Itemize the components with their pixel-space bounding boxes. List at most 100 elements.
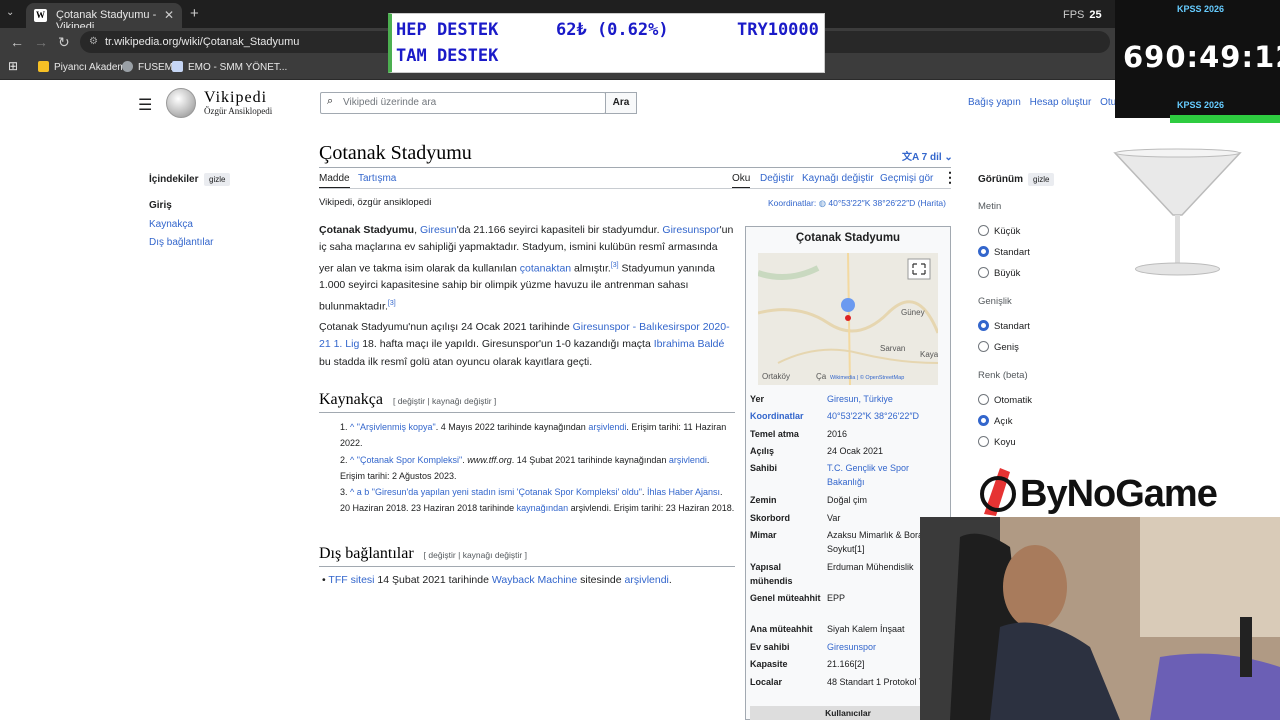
main-menu-icon[interactable]: ☰: [138, 95, 152, 115]
heading-text: Dış bağlantılar: [319, 545, 414, 562]
link-balde[interactable]: Ibrahima Baldé: [654, 338, 725, 350]
radio-genis[interactable]: Geniş: [978, 341, 1019, 353]
radio-buyuk[interactable]: Büyük: [978, 267, 1020, 279]
row-key[interactable]: Koordinatlar: [750, 410, 824, 424]
archive-link[interactable]: arşivlendi: [625, 574, 669, 586]
radio-label: Büyük: [994, 268, 1021, 279]
radio-label: Açık: [994, 416, 1013, 427]
ref-caret[interactable]: ^: [350, 422, 354, 432]
bookmark-item[interactable]: FUSEM: [122, 61, 173, 73]
tab-list-icon[interactable]: ⌄: [6, 7, 14, 18]
map-marker-icon: [841, 298, 855, 312]
link-giresun[interactable]: Giresun: [420, 224, 457, 236]
ref-caret[interactable]: ^ a b: [350, 487, 369, 497]
radio-otomatik[interactable]: Otomatik: [978, 394, 1032, 406]
intro-paragraph-1: Çotanak Stadyumu, Giresun'da 21.166 seyi…: [319, 222, 734, 315]
row-key: Temel atma: [750, 429, 799, 439]
radio-icon: [978, 394, 989, 405]
section-edit-links[interactable]: [ değiştir | kaynağı değiştir ]: [393, 396, 496, 406]
toc-item-giris[interactable]: Giriş: [149, 200, 172, 211]
browser-tab[interactable]: W Çotanak Stadyumu - Vikipedi ✕: [26, 3, 182, 33]
ref-title-link[interactable]: "Çotanak Spor Kompleksi": [357, 455, 462, 465]
coordinates-value[interactable]: 40°53′22″K 38°26′22″D: [828, 198, 915, 208]
ref-caret[interactable]: ^: [350, 455, 354, 465]
tab-tartisma[interactable]: Tartışma: [358, 173, 396, 184]
search-input[interactable]: ⌕ Vikipedi üzerinde ara: [320, 92, 606, 114]
radio-standart-width[interactable]: Standart: [978, 320, 1030, 332]
donate-link[interactable]: Bağış yapın: [968, 97, 1021, 108]
coordinates-top: Koordinatlar: ◍ 40°53′22″K 38°26′22″D (H…: [768, 198, 946, 209]
infobox-title: Çotanak Stadyumu: [795, 232, 901, 244]
tab-madde[interactable]: Madde: [319, 173, 350, 189]
row-key: Mimar: [750, 530, 777, 540]
countdown-label: KPSS 2026: [1177, 4, 1225, 14]
ref-title-link[interactable]: "Arşivlenmiş kopya": [357, 422, 436, 432]
ref-archive-link[interactable]: arşivlendi: [669, 455, 707, 465]
ref-publisher-link[interactable]: İhlas Haber Ajansı: [647, 487, 720, 497]
countdown-clock: 690:49:12: [1123, 40, 1280, 74]
wayback-link[interactable]: Wayback Machine: [492, 574, 577, 586]
section-heading-kaynakca: Kaynakça [ değiştir | kaynağı değiştir ]: [319, 391, 496, 409]
link-giresunspor[interactable]: Giresunspor: [662, 224, 719, 236]
tff-site-link[interactable]: TFF sitesi: [328, 574, 374, 586]
ref-archive-link[interactable]: arşivlendi: [588, 422, 626, 432]
fullscreen-icon[interactable]: [907, 258, 931, 280]
toc-hide-button[interactable]: gizle: [204, 173, 231, 186]
reload-icon[interactable]: ↻: [58, 34, 70, 51]
row-value[interactable]: 40°53′22″K 38°26′22″D: [827, 410, 949, 424]
radio-koyu[interactable]: Koyu: [978, 436, 1016, 448]
row-value[interactable]: Giresun, Türkiye: [827, 393, 949, 407]
location-map[interactable]: Güney Sarvan Kaya Ortaköy Ça Wikimedia |…: [758, 253, 938, 385]
map-link[interactable]: (Harita): [918, 198, 946, 208]
appearance-hide-button[interactable]: gizle: [1028, 173, 1055, 186]
language-button[interactable]: 文A 7 dil ⌄: [902, 148, 953, 163]
close-tab-icon[interactable]: ✕: [164, 8, 174, 22]
reference-item: 2. ^ "Çotanak Spor Kompleksi". www.tff.o…: [340, 452, 735, 484]
citation[interactable]: [3]: [388, 300, 396, 307]
reference-item: 3. ^ a b "Giresun'da yapılan yeni stadın…: [340, 484, 735, 516]
toc-title: İçindekiler: [149, 174, 199, 185]
fps-value: 25: [1089, 9, 1102, 21]
tab-gecmisi-gor[interactable]: Geçmişi gör: [880, 173, 933, 184]
language-count: 7 dil: [921, 152, 942, 163]
citation[interactable]: [3]: [611, 262, 619, 269]
tab-kaynagi-degistir[interactable]: Kaynağı değiştir: [802, 173, 874, 184]
radio-acik[interactable]: Açık: [978, 415, 1012, 427]
back-arrow-icon[interactable]: ←: [10, 34, 24, 50]
bookmark-item[interactable]: EMO - SMM YÖNET...: [172, 61, 287, 73]
toc-item-kaynakca[interactable]: Kaynakça: [149, 219, 193, 230]
link-cotanak[interactable]: çotanaktan: [520, 262, 571, 274]
row-key: Açılış: [750, 446, 775, 456]
map-label: Güney: [901, 308, 925, 317]
apps-grid-icon[interactable]: ⊞: [8, 59, 18, 73]
tab-degistir[interactable]: Değiştir: [760, 173, 794, 184]
row-value[interactable]: T.C. Gençlik ve Spor Bakanlığı: [827, 462, 949, 489]
radio-selected-icon: [978, 415, 989, 426]
wikipedia-globe-logo[interactable]: [166, 88, 196, 118]
map-graphic: Güney Sarvan Kaya Ortaköy Ça Wikimedia |…: [758, 253, 938, 385]
logo-wordmark[interactable]: Vikipedi: [204, 89, 267, 107]
section-edit-links[interactable]: [ değiştir | kaynağı değiştir ]: [424, 550, 527, 560]
ref-title-link[interactable]: "Giresun'da yapılan yeni stadın ismi 'Ço…: [372, 487, 642, 497]
ref-archive-link[interactable]: kaynağından: [517, 503, 569, 513]
more-tools-icon[interactable]: ⋮: [943, 169, 957, 186]
row-key: Kapasite: [750, 659, 788, 669]
section-heading-dis-baglantilar: Dış bağlantılar [ değiştir | kaynağı deği…: [319, 545, 527, 563]
coordinates-label[interactable]: Koordinatlar:: [768, 198, 816, 208]
toc-item-dis-baglantilar[interactable]: Dış bağlantılar: [149, 237, 213, 248]
map-credit[interactable]: Wikimedia | © OpenStreetMap: [830, 374, 904, 381]
new-tab-icon[interactable]: +: [190, 5, 199, 22]
radio-icon: [978, 225, 989, 236]
search-button[interactable]: Ara: [605, 92, 637, 114]
site-info-icon[interactable]: ⚙: [89, 36, 98, 47]
radio-standart-text[interactable]: Standart: [978, 246, 1030, 258]
bookmark-item[interactable]: Piyancı Akademi: [38, 61, 128, 73]
tab-oku[interactable]: Oku: [732, 173, 751, 189]
text-run: bu stadda ilk resmî golü atan oyuncu ola…: [319, 355, 593, 368]
forward-arrow-icon[interactable]: →: [34, 34, 48, 50]
text-run: .: [668, 574, 672, 586]
radio-label: Standart: [994, 321, 1030, 332]
create-account-link[interactable]: Hesap oluştur: [1030, 97, 1092, 108]
bookmark-label: FUSEM: [138, 62, 173, 73]
radio-kucuk[interactable]: Küçük: [978, 225, 1020, 237]
